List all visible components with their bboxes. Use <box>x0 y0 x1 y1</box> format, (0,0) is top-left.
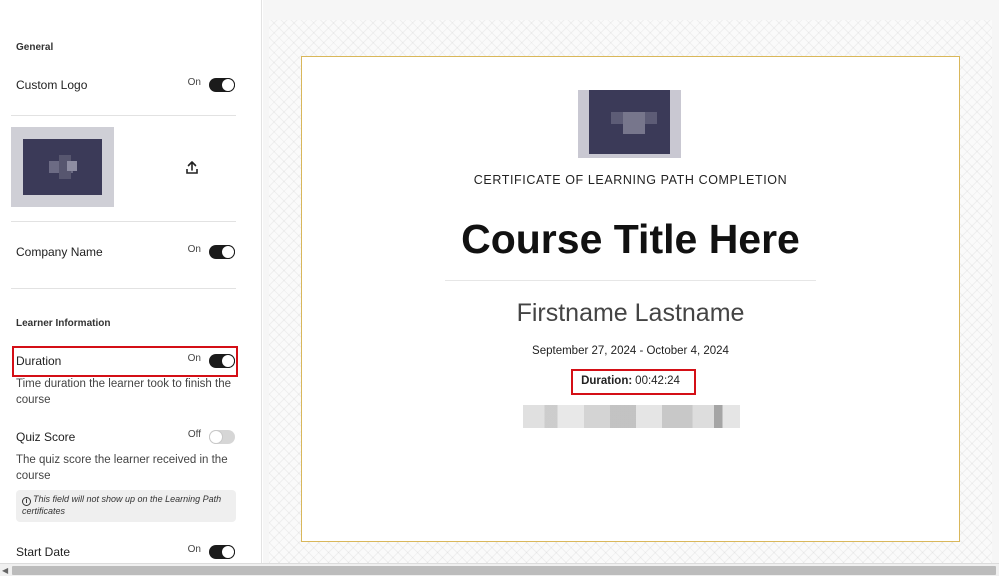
certificate-duration: Duration: 00:42:24 <box>301 375 960 387</box>
scroll-left-icon[interactable]: ◀ <box>2 566 8 575</box>
divider <box>11 221 236 222</box>
custom-logo-toggle-group: On <box>187 76 235 92</box>
logo-image <box>23 139 102 195</box>
duration-label: Duration <box>16 354 62 368</box>
certificate-dates: September 27, 2024 - October 4, 2024 <box>532 345 729 357</box>
duration-description: Time duration the learner took to finish… <box>16 378 231 406</box>
duration-toggle[interactable] <box>209 354 235 368</box>
certificate-duration-label: Duration: <box>581 375 633 387</box>
start-date-toggle[interactable] <box>209 545 235 559</box>
quiz-score-description: The quiz score the learner received in t… <box>16 454 228 482</box>
certificate-logo <box>578 90 681 158</box>
toggle-knob <box>222 79 234 91</box>
quiz-score-label: Quiz Score <box>16 430 76 444</box>
company-name-toggle-state: On <box>187 243 201 255</box>
divider <box>11 288 236 289</box>
horizontal-scrollbar[interactable]: ◀ <box>0 563 999 576</box>
quiz-score-note-text: This field will not show up on the Learn… <box>22 494 222 516</box>
divider <box>11 115 236 116</box>
custom-logo-toggle-state: On <box>187 76 201 88</box>
custom-logo-thumbnail <box>11 127 114 207</box>
toggle-knob <box>210 431 222 443</box>
logo-image <box>589 90 670 154</box>
toggle-knob <box>222 246 234 258</box>
certificate-duration-value: 00:42:24 <box>635 375 680 387</box>
certificate-course-title: Course Title Here <box>461 216 800 262</box>
quiz-score-toggle-group: Off <box>187 428 235 444</box>
custom-logo-toggle[interactable] <box>209 78 235 92</box>
toggle-knob <box>222 355 234 367</box>
duration-toggle-state: On <box>187 352 201 364</box>
section-heading-learner-information: Learner Information <box>16 318 111 329</box>
certificate-learner-name: Firstname Lastname <box>516 299 745 327</box>
company-name-toggle[interactable] <box>209 245 235 259</box>
quiz-score-toggle[interactable] <box>209 430 235 444</box>
certificate-kicker: CERTIFICATE OF LEARNING PATH COMPLETION <box>473 173 788 187</box>
logo-pixel <box>623 112 645 134</box>
company-name-label: Company Name <box>16 245 103 259</box>
quiz-score-toggle-state: Off <box>187 428 201 440</box>
certificate-blurred-company-name <box>523 405 740 428</box>
start-date-toggle-state: On <box>187 543 201 555</box>
settings-sidebar: General Custom Logo On Company Name On L… <box>0 0 262 563</box>
section-heading-general: General <box>16 42 54 53</box>
certificate-divider <box>445 280 816 281</box>
info-icon: i <box>22 497 31 506</box>
scrollbar-thumb[interactable] <box>12 566 996 575</box>
quiz-score-info-note: i This field will not show up on the Lear… <box>16 490 236 522</box>
custom-logo-label: Custom Logo <box>16 78 88 92</box>
duration-toggle-group: On <box>187 352 235 368</box>
upload-icon[interactable] <box>184 160 200 176</box>
toggle-knob <box>222 546 234 558</box>
company-name-toggle-group: On <box>187 243 235 259</box>
logo-pixel <box>67 161 77 171</box>
start-date-toggle-group: On <box>187 543 235 559</box>
start-date-label: Start Date <box>16 545 71 559</box>
